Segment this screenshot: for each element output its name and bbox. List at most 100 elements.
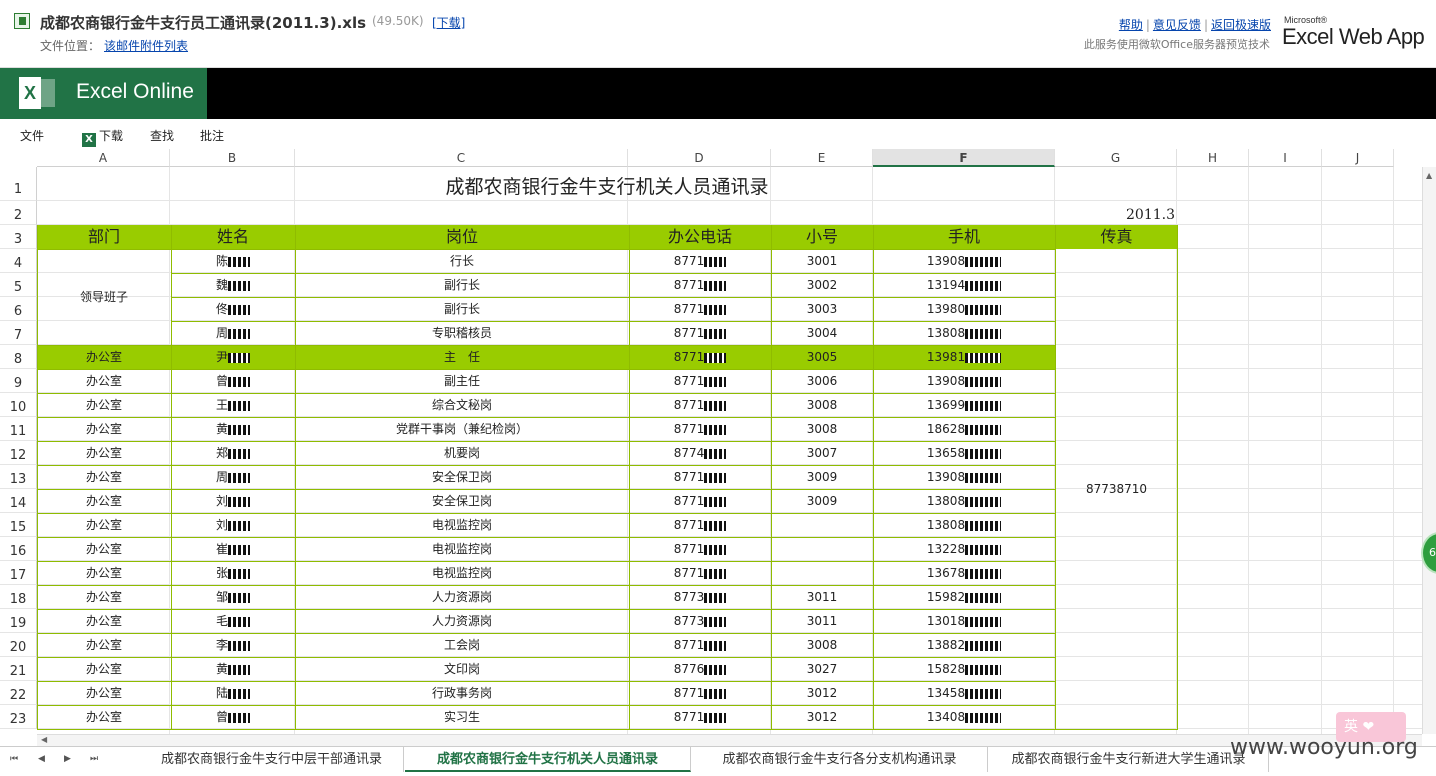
row-header-22[interactable]: 22 (0, 681, 37, 705)
menu-find[interactable]: 查找 (150, 127, 174, 144)
row-header-19[interactable]: 19 (0, 609, 37, 633)
spreadsheet-grid[interactable]: 成都农商银行金牛支行机关人员通讯录 2011.3 部门 姓名 岗位 办公电话 小… (37, 167, 1422, 734)
ext-cell: 3005 (806, 350, 838, 364)
ext-cell: 3006 (806, 374, 838, 388)
row-header-18[interactable]: 18 (0, 585, 37, 609)
menu-file[interactable]: 文件 (20, 127, 44, 144)
dept-cell: 办公室 (85, 590, 122, 604)
column-header-j[interactable]: J (1322, 149, 1394, 167)
row-header-9[interactable]: 9 (0, 369, 37, 393)
row-header-11[interactable]: 11 (0, 417, 37, 441)
header-ext: 小号 (805, 227, 838, 246)
column-header-a[interactable]: A (37, 149, 170, 167)
row-header-5[interactable]: 5 (0, 273, 37, 297)
post-cell: 电视监控岗 (431, 566, 492, 580)
column-header-b[interactable]: B (170, 149, 295, 167)
sheet-tab-1[interactable]: 成都农商银行金牛支行机关人员通讯录 (405, 747, 691, 772)
table-border (771, 225, 772, 729)
redaction-mark (965, 328, 1002, 339)
top-bar: 成都农商银行金牛支行员工通讯录(2011.3).xls (49.50K) [下载… (0, 0, 1436, 68)
column-header-h[interactable]: H (1177, 149, 1249, 167)
next-sheet-icon[interactable]: ▶ (64, 754, 71, 764)
row-header-2[interactable]: 2 (0, 201, 37, 225)
phone-cell: 8771 (629, 297, 771, 321)
ext-cell: 3011 (806, 590, 838, 604)
column-header-c[interactable]: C (295, 149, 628, 167)
post-cell: 人力资源岗 (431, 614, 492, 628)
first-sheet-icon[interactable]: ⏮ (10, 754, 18, 764)
row-header-6[interactable]: 6 (0, 297, 37, 321)
row-header-12[interactable]: 12 (0, 441, 37, 465)
name-cell-text: 佟 (215, 302, 228, 316)
header-fax: 传真 (1100, 227, 1133, 246)
sheet-tab-3[interactable]: 成都农商银行金牛支行新进大学生通讯录 (989, 747, 1269, 772)
redaction-mark (965, 424, 1002, 435)
prev-sheet-icon[interactable]: ◀ (38, 754, 45, 764)
redaction-mark (704, 304, 727, 315)
mobile-cell: 13808 (873, 321, 1055, 345)
sheet-tab-2[interactable]: 成都农商银行金牛支行各分支机构通讯录 (692, 747, 988, 772)
redaction-mark (704, 400, 727, 411)
name-cell: 曾 (171, 369, 295, 393)
phone-cell-text: 8771 (673, 374, 705, 388)
phone-cell: 8771 (629, 633, 771, 657)
table-border (1177, 225, 1178, 729)
row-header-17[interactable]: 17 (0, 561, 37, 585)
app-bar: X Excel Online (0, 68, 1436, 119)
row-header-16[interactable]: 16 (0, 537, 37, 561)
redaction-mark (228, 304, 250, 315)
help-link[interactable]: 帮助 (1119, 18, 1143, 32)
row-header-13[interactable]: 13 (0, 465, 37, 489)
menu-download[interactable]: X 下载 (82, 127, 123, 147)
row-header-10[interactable]: 10 (0, 393, 37, 417)
vertical-scrollbar[interactable]: ▲ (1422, 167, 1436, 734)
name-cell: 张 (171, 561, 295, 585)
column-header-d[interactable]: D (628, 149, 771, 167)
row-header-7[interactable]: 7 (0, 321, 37, 345)
horizontal-scrollbar[interactable]: ◀ (37, 734, 1422, 746)
menu-comment[interactable]: 批注 (200, 127, 224, 144)
fast-version-link[interactable]: 返回极速版 (1211, 18, 1271, 32)
scroll-left-icon[interactable]: ◀ (41, 735, 47, 744)
row-header-15[interactable]: 15 (0, 513, 37, 537)
row-header-8[interactable]: 8 (0, 345, 37, 369)
feedback-link[interactable]: 意见反馈 (1153, 18, 1201, 32)
dept-cell: 办公室 (85, 446, 122, 460)
name-cell: 刘 (171, 489, 295, 513)
gridline (1393, 167, 1394, 734)
row-header-4[interactable]: 4 (0, 249, 37, 273)
column-header-i[interactable]: I (1249, 149, 1322, 167)
redaction-mark (965, 616, 1002, 627)
name-cell-text: 王 (215, 398, 228, 412)
phone-cell: 8771 (629, 273, 771, 297)
dept-cell: 办公室 (85, 710, 122, 724)
column-header-e[interactable]: E (771, 149, 873, 167)
name-cell: 黄 (171, 657, 295, 681)
redaction-mark (704, 568, 727, 579)
post-cell: 副行长 (443, 278, 480, 292)
name-cell-text: 周 (215, 326, 228, 340)
redaction-mark (965, 544, 1002, 555)
row-header-21[interactable]: 21 (0, 657, 37, 681)
phone-cell: 8771 (629, 561, 771, 585)
table-border (171, 225, 172, 729)
scroll-up-icon[interactable]: ▲ (1426, 171, 1432, 180)
row-header-3[interactable]: 3 (0, 225, 37, 249)
last-sheet-icon[interactable]: ⏭ (90, 754, 98, 764)
mobile-cell: 13228 (873, 537, 1055, 561)
download-link[interactable]: [下载] (432, 14, 465, 31)
redaction-mark (965, 688, 1002, 699)
redaction-mark (228, 448, 250, 459)
sheet-tab-0[interactable]: 成都农商银行金牛支行中层干部通讯录 (140, 747, 404, 772)
mobile-cell-text: 13018 (926, 614, 966, 628)
row-header-1[interactable]: 1 (0, 167, 37, 201)
row-header-14[interactable]: 14 (0, 489, 37, 513)
row-header-20[interactable]: 20 (0, 633, 37, 657)
redaction-mark (228, 328, 250, 339)
location-link[interactable]: 该邮件附件列表 (104, 37, 188, 54)
row-header-23[interactable]: 23 (0, 705, 37, 729)
column-header-f[interactable]: F (873, 149, 1055, 167)
excel-online-brand[interactable]: X Excel Online (0, 68, 207, 119)
column-header-g[interactable]: G (1055, 149, 1177, 167)
dept-cell: 办公室 (85, 542, 122, 556)
